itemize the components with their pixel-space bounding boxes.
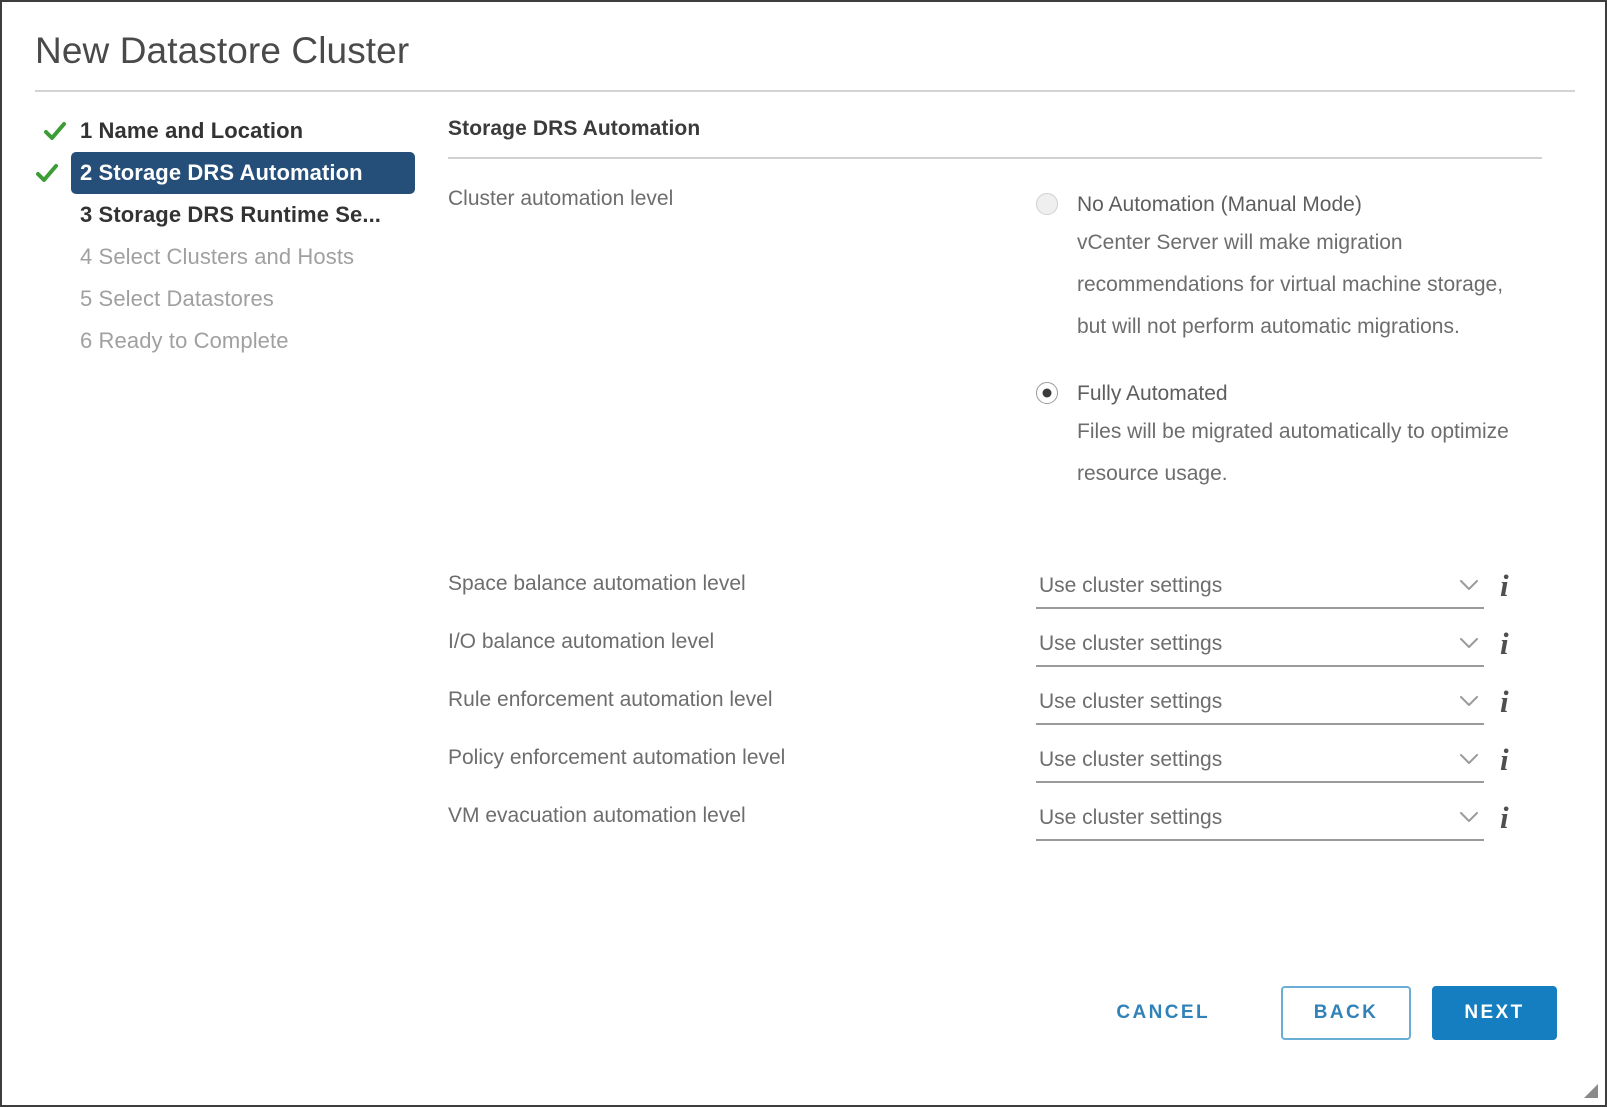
wizard-step-label: 3 Storage DRS Runtime Se... — [80, 202, 381, 227]
radio-icon-selected[interactable] — [1036, 382, 1058, 404]
space-balance-automation-select[interactable]: Use cluster settings — [1036, 564, 1484, 609]
cluster-automation-radio-group: No Automation (Manual Mode) vCenter Serv… — [1036, 187, 1536, 509]
io-balance-automation-select[interactable]: Use cluster settings — [1036, 622, 1484, 667]
radio-option-no-automation[interactable]: No Automation (Manual Mode) vCenter Serv… — [1036, 187, 1536, 348]
field-row-io-balance: I/O balance automation level Use cluster… — [448, 622, 1558, 680]
field-label: I/O balance automation level — [448, 630, 715, 653]
radio-option-title: No Automation (Manual Mode) — [1077, 193, 1362, 216]
panel-divider — [448, 157, 1542, 159]
radio-option-description: Files will be migrated automatically to … — [1077, 420, 1509, 485]
field-value: Use cluster settings — [1039, 805, 1223, 829]
field-value: Use cluster settings — [1039, 747, 1223, 771]
info-icon[interactable]: i — [1500, 624, 1509, 664]
wizard-step-label: 1 Name and Location — [80, 118, 304, 143]
next-button[interactable]: NEXT — [1432, 986, 1557, 1040]
info-icon[interactable]: i — [1500, 798, 1509, 838]
field-row-vm-evacuation: VM evacuation automation level Use clust… — [448, 796, 1558, 854]
cluster-automation-level-label: Cluster automation level — [448, 187, 674, 210]
wizard-step-label: 2 Storage DRS Automation — [80, 160, 363, 185]
field-value: Use cluster settings — [1039, 689, 1223, 713]
chevron-down-icon — [1460, 754, 1478, 765]
policy-enforcement-automation-select[interactable]: Use cluster settings — [1036, 738, 1484, 783]
info-icon[interactable]: i — [1500, 566, 1509, 606]
wizard-step-label: 5 Select Datastores — [80, 286, 274, 311]
dialog-title: New Datastore Cluster — [35, 30, 410, 71]
back-button[interactable]: BACK — [1281, 986, 1411, 1040]
check-icon — [35, 161, 59, 185]
wizard-step-label: 6 Ready to Complete — [80, 328, 289, 353]
chevron-down-icon — [1460, 638, 1478, 649]
field-row-space-balance: Space balance automation level Use clust… — [448, 564, 1558, 622]
field-row-policy-enforcement: Policy enforcement automation level Use … — [448, 738, 1558, 796]
rule-enforcement-automation-select[interactable]: Use cluster settings — [1036, 680, 1484, 725]
chevron-down-icon — [1460, 696, 1478, 707]
wizard-step-label: 4 Select Clusters and Hosts — [80, 244, 355, 269]
dialog-footer: CANCEL BACK NEXT — [2, 977, 1605, 1057]
panel-title: Storage DRS Automation — [448, 117, 701, 140]
radio-option-description: vCenter Server will make migration recom… — [1077, 231, 1504, 338]
wizard-step-storage-drs-runtime-settings[interactable]: 3 Storage DRS Runtime Se... — [35, 194, 420, 236]
panel-header: Storage DRS Automation — [448, 117, 1548, 159]
radio-icon-unselected[interactable] — [1036, 193, 1058, 215]
field-value: Use cluster settings — [1039, 573, 1223, 597]
radio-option-fully-automated[interactable]: Fully Automated Files will be migrated a… — [1036, 376, 1536, 495]
info-icon[interactable]: i — [1500, 740, 1509, 780]
resize-grip-icon[interactable] — [1579, 1079, 1599, 1099]
wizard-step-select-clusters-and-hosts: 4 Select Clusters and Hosts — [35, 236, 420, 278]
field-label: VM evacuation automation level — [448, 804, 746, 827]
wizard-step-storage-drs-automation[interactable]: 2 Storage DRS Automation — [36, 152, 415, 194]
title-divider — [35, 90, 1575, 92]
new-datastore-cluster-dialog: New Datastore Cluster 1 Name and Locatio… — [0, 0, 1607, 1107]
field-label: Rule enforcement automation level — [448, 688, 773, 711]
cancel-button[interactable]: CANCEL — [1098, 989, 1228, 1037]
automation-level-fields: Space balance automation level Use clust… — [448, 564, 1558, 854]
field-value: Use cluster settings — [1039, 631, 1223, 655]
wizard-step-ready-to-complete: 6 Ready to Complete — [35, 320, 420, 362]
field-label: Space balance automation level — [448, 572, 746, 595]
chevron-down-icon — [1460, 580, 1478, 591]
chevron-down-icon — [1460, 812, 1478, 823]
wizard-step-name-and-location[interactable]: 1 Name and Location — [35, 110, 420, 152]
field-row-rule-enforcement: Rule enforcement automation level Use cl… — [448, 680, 1558, 738]
wizard-step-select-datastores: 5 Select Datastores — [35, 278, 420, 320]
field-label: Policy enforcement automation level — [448, 746, 786, 769]
check-icon — [43, 119, 67, 143]
radio-option-title: Fully Automated — [1077, 382, 1228, 405]
vm-evacuation-automation-select[interactable]: Use cluster settings — [1036, 796, 1484, 841]
info-icon[interactable]: i — [1500, 682, 1509, 722]
wizard-step-list: 1 Name and Location 2 Storage DRS Automa… — [35, 110, 420, 362]
